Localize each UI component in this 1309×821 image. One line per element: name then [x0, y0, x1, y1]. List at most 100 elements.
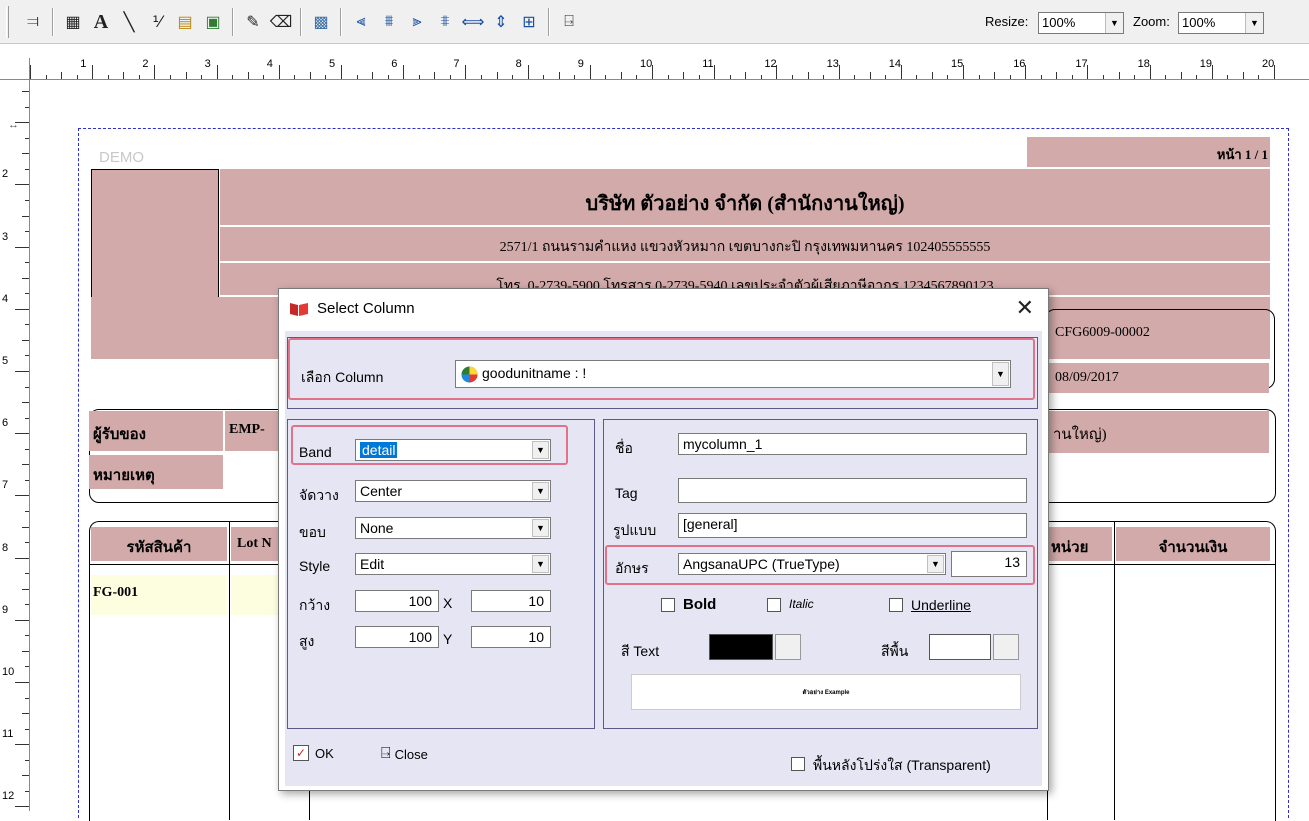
ruler-tick — [745, 72, 747, 79]
chevron-down-icon[interactable]: ▼ — [532, 519, 549, 537]
width-input[interactable]: 100 — [355, 590, 439, 612]
chevron-down-icon[interactable]: ▼ — [532, 482, 549, 500]
branch-field[interactable]: านใหญ่) — [1049, 411, 1269, 453]
zoom-select[interactable]: 100% ▼ — [1178, 12, 1264, 34]
ruler-number: 7 — [2, 479, 9, 492]
ruler-number: 12 — [764, 58, 777, 70]
ruler-tick — [216, 65, 218, 79]
ruler-tick — [22, 215, 29, 217]
style-select[interactable]: Edit ▼ — [355, 553, 551, 575]
ruler-number: 7 — [453, 58, 460, 70]
header-unit-field[interactable]: หน่วย — [1049, 527, 1112, 561]
chevron-down-icon[interactable]: ▼ — [992, 362, 1009, 386]
ruler-tick — [698, 75, 700, 79]
x-label: X — [443, 595, 453, 611]
ruler-tick — [512, 75, 514, 79]
column-select[interactable]: goodunitname : ! ▼ — [455, 360, 1011, 388]
bg-color-picker-button[interactable] — [993, 634, 1019, 660]
ruler-tick — [15, 184, 29, 186]
exit-icon[interactable]: ⍈ — [556, 9, 582, 35]
bg-color-swatch[interactable] — [929, 634, 991, 660]
chevron-down-icon[interactable]: ▼ — [532, 441, 549, 459]
company-address: 2571/1 ถนนรามคำแหง แขวงหัวหมาก เขตบางกะป… — [499, 240, 991, 255]
header-amount-field[interactable]: จำนวนเงิน — [1116, 527, 1270, 561]
border-select[interactable]: None ▼ — [355, 517, 551, 539]
toolbar-separator — [548, 8, 550, 36]
picture-tool-icon[interactable]: ▣ — [200, 9, 226, 35]
font-select[interactable]: AngsanaUPC (TrueType) ▼ — [678, 553, 946, 575]
address-field[interactable]: 2571/1 ถนนรามคำแหง แขวงหัวหมาก เขตบางกะป… — [220, 227, 1270, 261]
chevron-down-icon[interactable]: ▼ — [927, 555, 944, 573]
same-size-icon[interactable]: ⊞ — [516, 9, 542, 35]
ruler-tick — [25, 697, 29, 699]
align-center-icon[interactable]: ⫸ — [404, 9, 430, 35]
align-top-icon[interactable]: ⩩ — [376, 9, 402, 35]
align-icon[interactable]: ⫤ — [20, 9, 46, 35]
font-size-input[interactable]: 13 — [951, 551, 1027, 577]
ruler-tick — [15, 557, 29, 559]
tag-input[interactable] — [678, 478, 1027, 503]
same-width-icon[interactable]: ⟺ — [460, 9, 486, 35]
chevron-down-icon[interactable]: ▼ — [1105, 13, 1123, 33]
chevron-down-icon[interactable]: ▼ — [1245, 13, 1263, 33]
eraser-icon[interactable]: ⌫ — [268, 9, 294, 35]
transparent-checkbox[interactable] — [791, 757, 805, 771]
same-height-icon[interactable]: ⇕ — [488, 9, 514, 35]
format-input[interactable]: [general] — [678, 513, 1027, 538]
close-icon[interactable]: ✕ — [1016, 295, 1034, 321]
ruler-number: 5 — [329, 58, 336, 70]
ruler-tick — [589, 65, 591, 79]
ruler-tick — [76, 75, 78, 79]
column-tool-icon[interactable]: ▤ — [172, 9, 198, 35]
name-label: ชื่อ — [615, 440, 633, 456]
doc-date-field[interactable]: 08/09/2017 — [1049, 363, 1269, 393]
ruler-tick — [22, 277, 29, 279]
select-column-dialog: Select Column ✕ เลือก Column goodunitnam… — [278, 288, 1049, 791]
table-icon[interactable]: ▦ — [60, 9, 86, 35]
ruler-number: 19 — [1199, 58, 1213, 70]
ruler-tick — [25, 293, 29, 295]
remark-label-field[interactable]: หมายเหตุ — [89, 455, 223, 489]
company-name-field[interactable]: บริษัท ตัวอย่าง จำกัด (สำนักงานใหญ่) — [220, 169, 1270, 225]
compute-field-icon[interactable]: ⅟ — [144, 9, 170, 35]
page-number-field[interactable]: หน้า 1 / 1 — [1027, 137, 1270, 167]
line-tool-icon[interactable]: ╲ — [116, 9, 142, 35]
doc-number-field[interactable]: CFG6009-00002 — [1049, 319, 1269, 349]
ruler-number: 12 — [2, 790, 15, 803]
text-color-picker-button[interactable] — [775, 634, 801, 660]
y-input[interactable]: 10 — [471, 626, 551, 648]
toolbar-separator — [300, 8, 302, 36]
align-bottom-icon[interactable]: ⩨ — [432, 9, 458, 35]
text-tool-icon[interactable]: A — [88, 9, 114, 35]
text-color-swatch[interactable] — [709, 634, 773, 660]
header-product-code-field[interactable]: รหัสสินค้า — [91, 527, 227, 561]
chevron-down-icon[interactable]: ▼ — [532, 555, 549, 573]
ruler-tick — [341, 65, 342, 79]
align-left-icon[interactable]: ⫷ — [348, 9, 374, 35]
dialog-titlebar[interactable]: Select Column ✕ — [279, 289, 1048, 329]
receiver-label-field[interactable]: ผู้รับของ — [89, 411, 223, 451]
x-input[interactable]: 10 — [471, 590, 551, 612]
font-label: อักษร — [615, 560, 649, 576]
ruler-tick — [15, 433, 29, 435]
receiver-value-field[interactable]: EMP- — [225, 411, 285, 451]
align-select[interactable]: Center ▼ — [355, 480, 551, 502]
detail-product-code-field[interactable]: FG-001 — [91, 575, 227, 615]
toolbar-grip[interactable] — [6, 6, 9, 38]
ruler-tick — [978, 75, 980, 79]
band-select[interactable]: detail ▼ — [355, 439, 551, 461]
close-label: Close — [394, 746, 428, 762]
height-input[interactable]: 100 — [355, 626, 439, 648]
chart-icon[interactable]: ▩ — [308, 9, 334, 35]
ok-button[interactable]: ✓ OK — [293, 745, 334, 761]
italic-checkbox[interactable] — [767, 598, 781, 612]
underline-checkbox[interactable] — [889, 598, 903, 612]
resize-select[interactable]: 100% ▼ — [1038, 12, 1124, 34]
logo-placeholder[interactable] — [91, 169, 219, 311]
close-button[interactable]: ⍈ Close — [381, 745, 428, 763]
name-input[interactable]: mycolumn_1 — [678, 433, 1027, 455]
bold-checkbox[interactable] — [661, 598, 675, 612]
ok-label: OK — [315, 745, 334, 761]
properties-icon[interactable]: ✎ — [240, 9, 266, 35]
height-label: สูง — [299, 633, 315, 649]
